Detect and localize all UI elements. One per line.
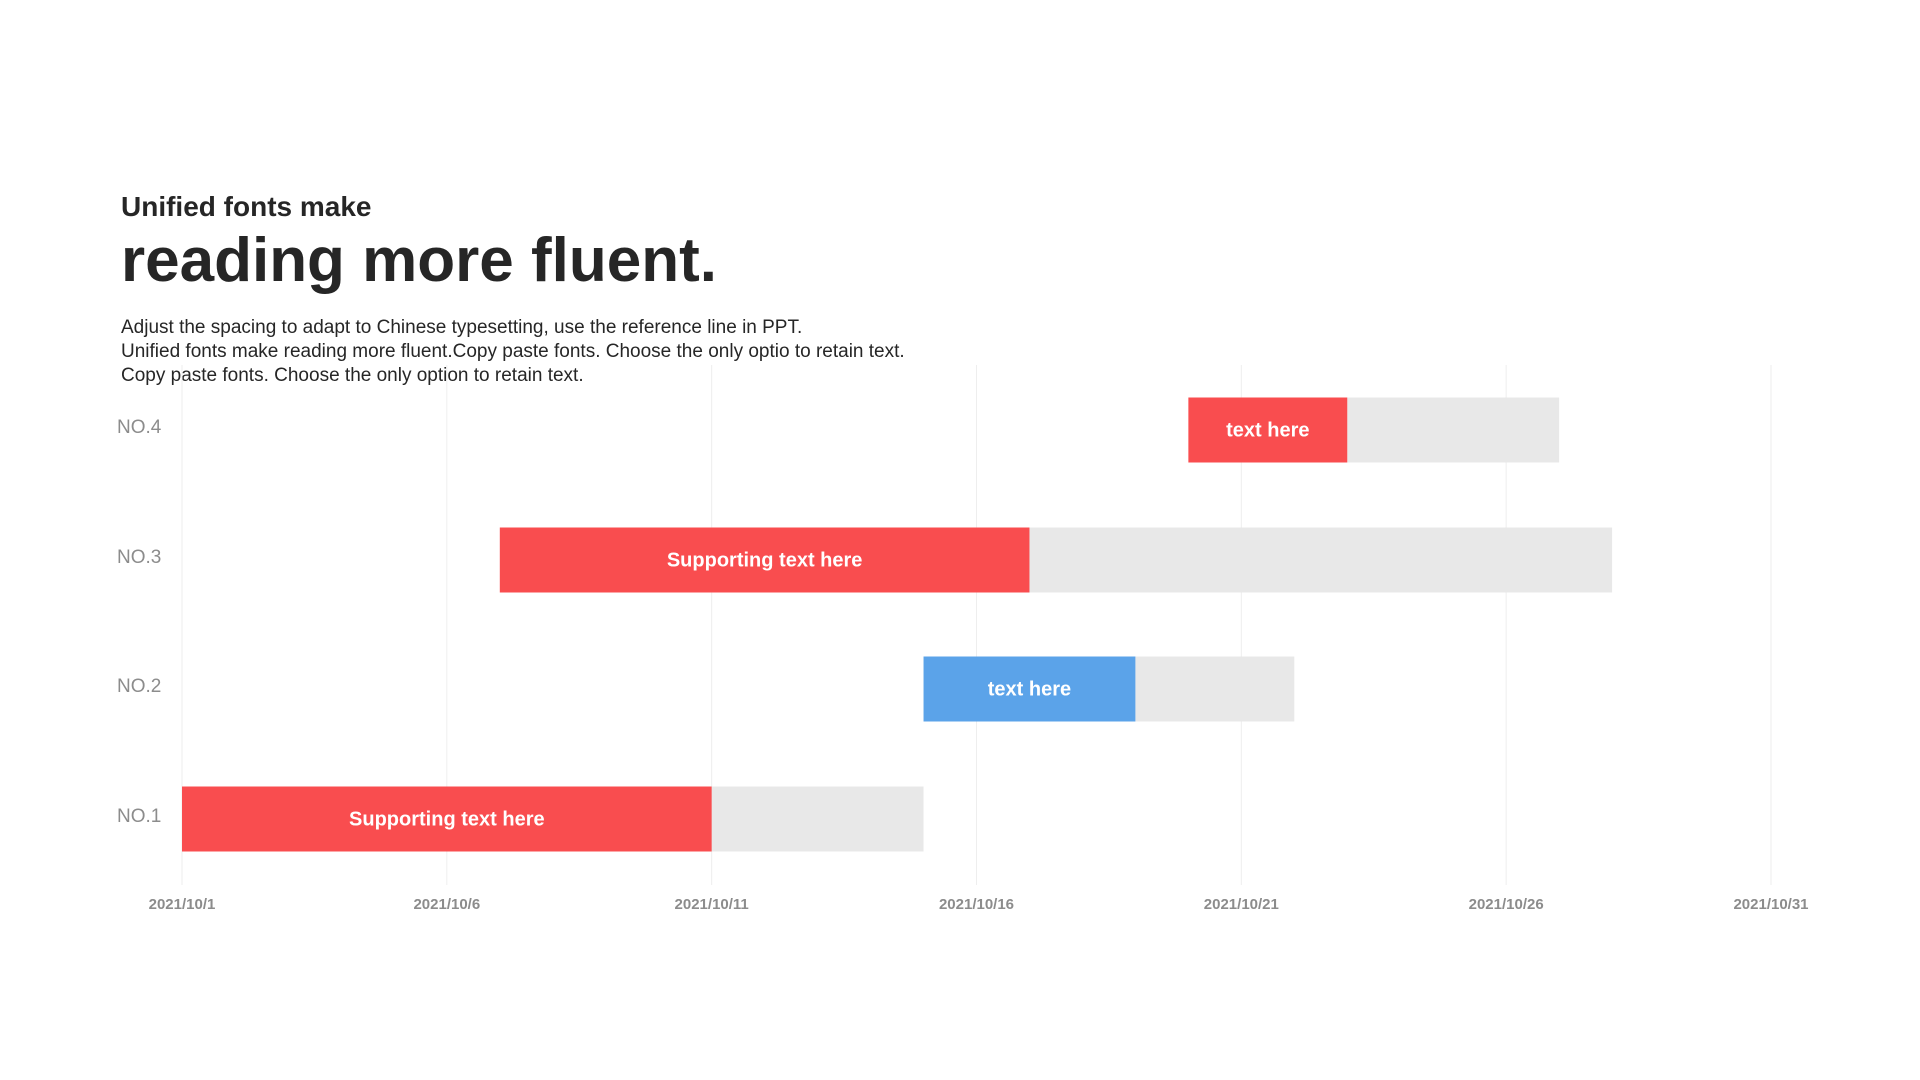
remaining-bar: [1347, 397, 1560, 463]
bar-label: Supporting text here: [667, 549, 863, 571]
category-label: NO.3: [117, 547, 161, 568]
category-label: NO.2: [117, 676, 161, 697]
x-tick-label: 2021/10/16: [939, 896, 1014, 913]
x-tick-label: 2021/10/6: [413, 896, 480, 913]
gantt-chart: text here Supporting text here text here Su…: [117, 365, 1809, 913]
x-tick-label: 2021/10/1: [149, 896, 216, 913]
category-labels: NO.4 NO.3 NO.2 NO.1: [117, 417, 162, 827]
bar-label: Supporting text here: [349, 808, 545, 830]
bars: text here Supporting text here text here Su…: [182, 397, 1613, 852]
remaining-bar: [1029, 527, 1613, 593]
remaining-bar: [1135, 656, 1295, 722]
x-tick-label: 2021/10/21: [1204, 896, 1279, 913]
x-tick-labels: 2021/10/1 2021/10/6 2021/10/11 2021/10/16 20…: [149, 896, 1809, 913]
bar-label: text here: [988, 678, 1071, 700]
bar-label: text here: [1226, 419, 1309, 441]
remaining-bar: [711, 786, 924, 852]
x-tick-label: 2021/10/11: [675, 896, 749, 913]
category-label: NO.4: [117, 417, 162, 438]
x-tick-label: 2021/10/31: [1733, 896, 1808, 913]
category-label: NO.1: [117, 806, 161, 827]
x-tick-label: 2021/10/26: [1469, 896, 1544, 913]
